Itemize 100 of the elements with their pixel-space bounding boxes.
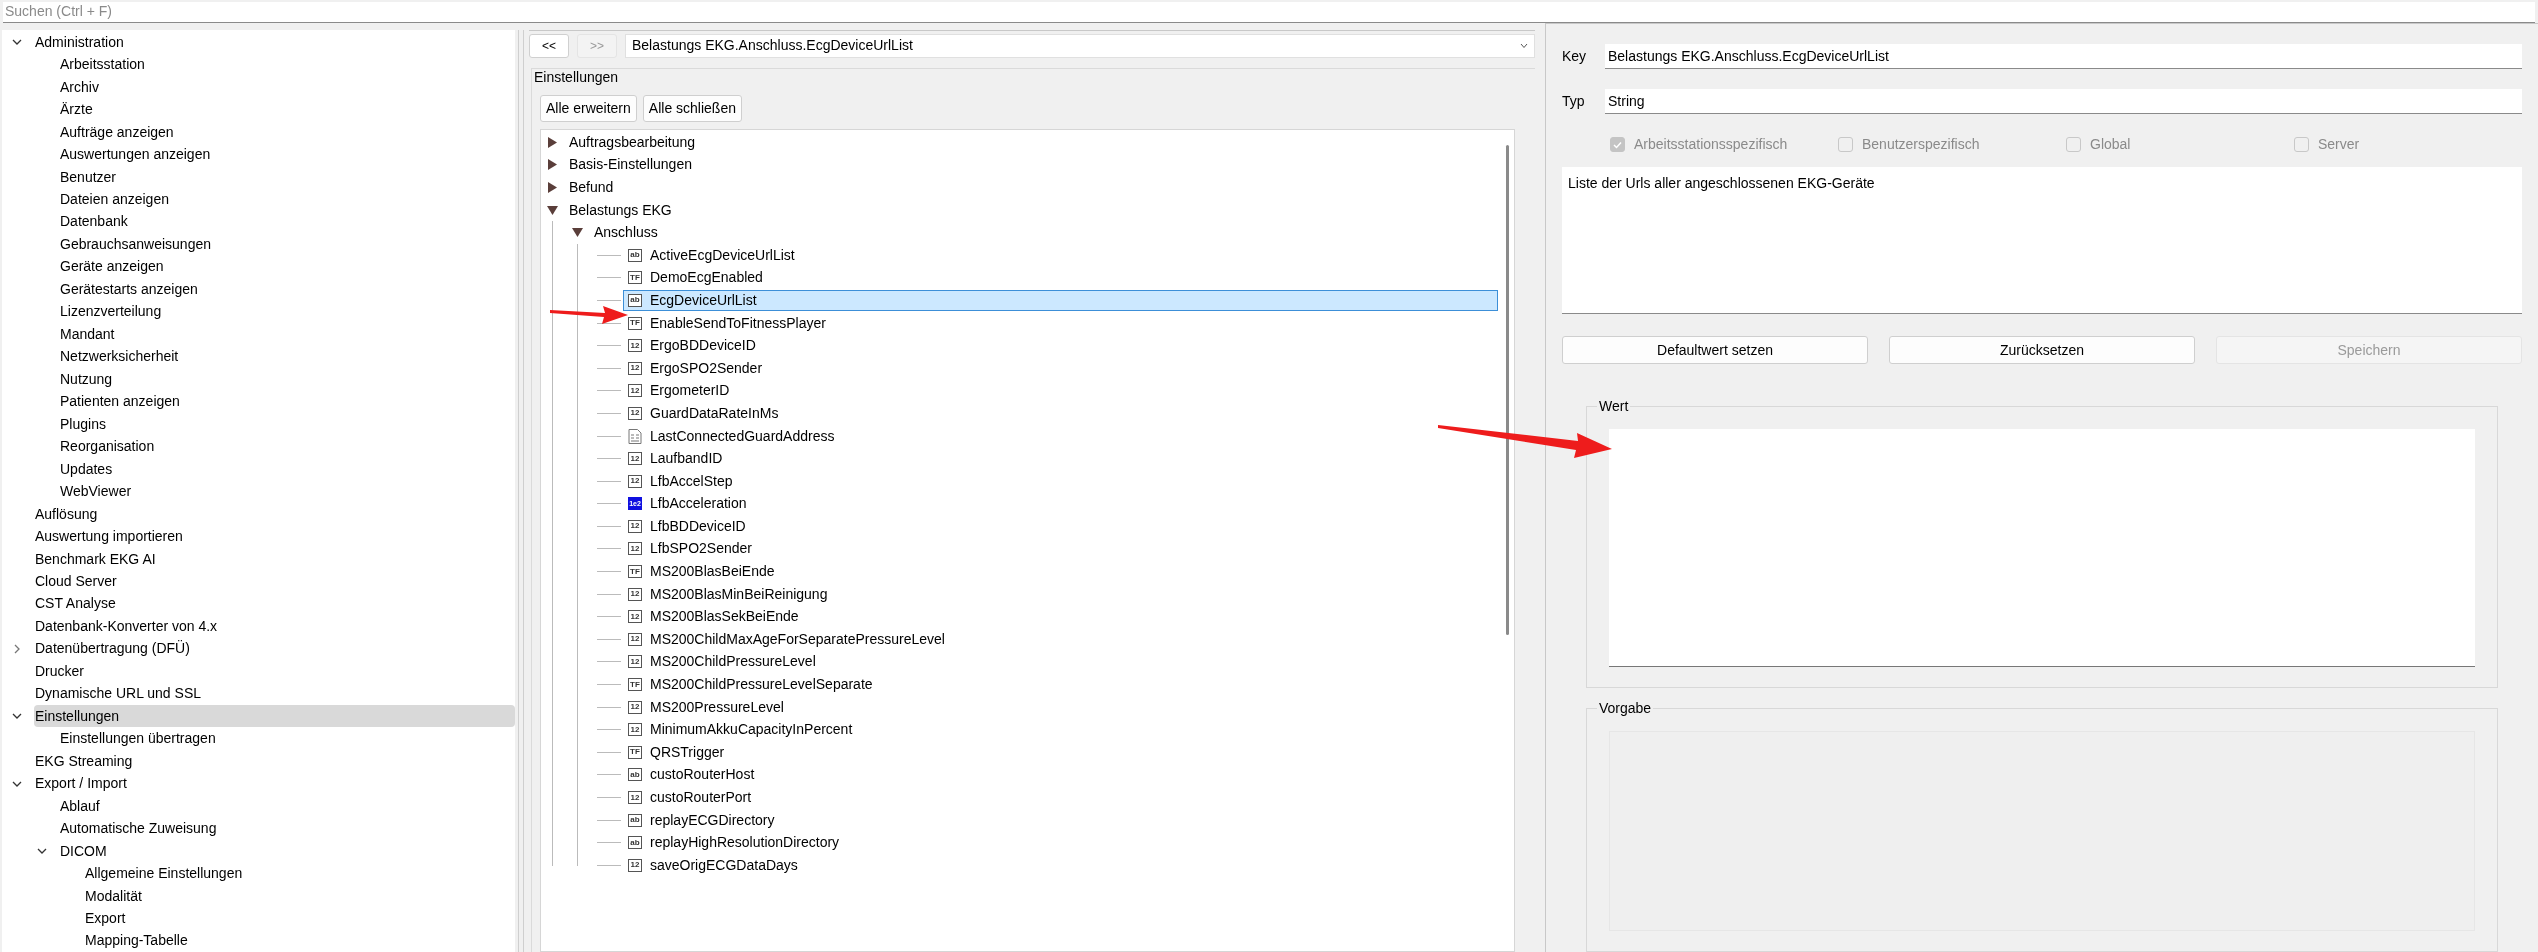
sidebar-item[interactable]: Ablauf: [59, 795, 515, 818]
description-box[interactable]: Liste der Urls aller angeschlossenen EKG-Geräte: [1562, 167, 2522, 314]
setting-item[interactable]: 12 saveOrigECGDataDays: [623, 854, 1498, 876]
sidebar-item[interactable]: Mapping-Tabelle: [84, 930, 515, 952]
setting-item[interactable]: 12 GuardDataRateInMs: [623, 402, 1498, 424]
field-label: Key: [1562, 47, 1588, 66]
sidebar-item[interactable]: Auflösung: [34, 503, 515, 526]
sidebar-item[interactable]: Datenbank-Konverter von 4.x: [34, 615, 515, 638]
sidebar-item[interactable]: CST Analyse: [34, 592, 515, 615]
path-dropdown[interactable]: Belastungs EKG.Anschluss.EcgDeviceUrlList: [625, 33, 1535, 58]
sidebar-item[interactable]: Benutzer: [59, 166, 515, 189]
setting-item[interactable]: 12 ErgometerID: [623, 380, 1498, 402]
sidebar-item[interactable]: Einstellungen übertragen: [59, 727, 515, 750]
triangle-down-icon[interactable]: [547, 204, 558, 216]
setting-item[interactable]: ab EcgDeviceUrlList: [623, 289, 1498, 311]
sidebar-item[interactable]: Administration: [34, 31, 515, 54]
setting-item[interactable]: 12 MS200BlasMinBeiReinigung: [623, 583, 1498, 605]
setting-item[interactable]: 12 MS200BlasSekBeiEnde: [623, 606, 1498, 628]
sidebar-item[interactable]: Reorganisation: [59, 435, 515, 458]
sidebar-item[interactable]: Einstellungen: [34, 705, 515, 728]
type-badge-icon: ab: [628, 836, 642, 850]
sidebar-item[interactable]: WebViewer: [59, 480, 515, 503]
sidebar-item[interactable]: Archiv: [59, 76, 515, 99]
sidebar-item[interactable]: Modalität: [84, 885, 515, 908]
setting-item[interactable]: 12 MS200ChildPressureLevel: [623, 651, 1498, 673]
setting-item[interactable]: LastConnectedGuardAddress: [623, 425, 1498, 447]
type-badge-icon: 12: [628, 587, 642, 601]
setting-item[interactable]: ab replayHighResolutionDirectory: [623, 832, 1498, 854]
sidebar-item[interactable]: Dynamische URL und SSL: [34, 682, 515, 705]
setting-item[interactable]: 12 LfbBDDeviceID: [623, 515, 1498, 537]
setting-item[interactable]: TF DemoEcgEnabled: [623, 267, 1498, 289]
expand-collapse-button[interactable]: Alle erweitern: [540, 95, 637, 122]
tree-node[interactable]: Belastungs EKG: [567, 199, 674, 221]
sidebar-item[interactable]: Patienten anzeigen: [59, 390, 515, 413]
setting-item[interactable]: 12 ErgoSPO2Sender: [623, 357, 1498, 379]
checkbox-label: Benutzerspezifisch: [1862, 135, 1980, 154]
setting-item[interactable]: ab custoRouterHost: [623, 764, 1498, 786]
setting-item[interactable]: 12 MS200PressureLevel: [623, 696, 1498, 718]
sidebar-item[interactable]: EKG Streaming: [34, 750, 515, 773]
chevron-right-icon[interactable]: [12, 643, 22, 654]
setting-item[interactable]: 12 LfbAccelStep: [623, 470, 1498, 492]
sidebar-item[interactable]: Auswertung importieren: [34, 525, 515, 548]
setting-item[interactable]: 12 LfbSPO2Sender: [623, 538, 1498, 560]
sidebar-item[interactable]: Mandant: [59, 323, 515, 346]
sidebar-item[interactable]: Nutzung: [59, 368, 515, 391]
setting-item[interactable]: TF QRSTrigger: [623, 741, 1498, 763]
sidebar-item[interactable]: Updates: [59, 458, 515, 481]
tree-node[interactable]: Auftragsbearbeitung: [567, 131, 698, 153]
binary-file-icon: [628, 428, 642, 444]
dropdown-caret-icon: [1520, 42, 1528, 49]
setting-item[interactable]: 12 MinimumAkkuCapacityInPercent: [623, 719, 1498, 741]
sidebar-item[interactable]: Datenbank: [59, 211, 515, 233]
sidebar-item[interactable]: Export / Import: [34, 772, 515, 795]
sidebar-item[interactable]: Benchmark EKG AI: [34, 548, 515, 570]
scrollbar-thumb[interactable]: [1505, 145, 1509, 635]
description-text: Liste der Urls aller angeschlossenen EKG-Geräte: [1568, 175, 1875, 191]
setting-item[interactable]: 12 LaufbandID: [623, 448, 1498, 470]
sidebar-item[interactable]: Cloud Server: [34, 570, 515, 593]
tree-node[interactable]: Anschluss: [592, 222, 660, 244]
text-field[interactable]: Belastungs EKG.Anschluss.EcgDeviceUrlList: [1605, 44, 2522, 69]
type-badge-icon: 12: [628, 542, 642, 556]
sidebar-item[interactable]: Auswertungen anzeigen: [59, 143, 515, 166]
action-button[interactable]: Defaultwert setzen: [1562, 336, 1868, 364]
setting-item[interactable]: 12 ErgoBDDeviceID: [623, 335, 1498, 357]
setting-item[interactable]: TF MS200ChildPressureLevelSeparate: [623, 674, 1498, 696]
setting-item[interactable]: ab ActiveEcgDeviceUrlList: [623, 244, 1498, 266]
sidebar-item[interactable]: Dateien anzeigen: [59, 188, 515, 211]
sidebar-item[interactable]: Ärzte: [59, 98, 515, 121]
triangle-right-icon[interactable]: [547, 159, 558, 171]
sidebar-item[interactable]: Aufträge anzeigen: [59, 121, 515, 144]
search-field[interactable]: Suchen (Ctrl + F): [3, 1, 2535, 23]
back-button[interactable]: <<: [529, 33, 569, 58]
type-badge-icon: 12: [628, 452, 642, 466]
setting-item[interactable]: ab replayECGDirectory: [623, 809, 1498, 831]
expand-collapse-button[interactable]: Alle schließen: [642, 95, 742, 122]
sidebar-item[interactable]: DICOM: [59, 840, 515, 863]
triangle-down-icon[interactable]: [572, 227, 583, 239]
sidebar-item[interactable]: Allgemeine Einstellungen: [84, 862, 515, 885]
triangle-right-icon[interactable]: [547, 136, 558, 148]
sidebar-item[interactable]: Automatische Zuweisung: [59, 817, 515, 840]
sidebar-item[interactable]: Datenübertragung (DFÜ): [34, 637, 515, 660]
setting-item[interactable]: TF MS200BlasBeiEnde: [623, 561, 1498, 583]
sidebar-item[interactable]: Drucker: [34, 660, 515, 683]
sidebar-item[interactable]: Plugins: [59, 413, 515, 436]
sidebar-item[interactable]: Lizenzverteilung: [59, 300, 515, 323]
triangle-right-icon[interactable]: [547, 182, 558, 193]
sidebar-item[interactable]: Geräte anzeigen: [59, 255, 515, 278]
checkbox-label: Arbeitsstationsspezifisch: [1634, 135, 1788, 154]
sidebar-item[interactable]: Gebrauchsanweisungen: [59, 233, 515, 256]
setting-item[interactable]: TF EnableSendToFitnessPlayer: [623, 312, 1498, 334]
action-button[interactable]: Zurücksetzen: [1889, 336, 2195, 364]
setting-item[interactable]: 12 custoRouterPort: [623, 787, 1498, 808]
tree-node[interactable]: Basis-Einstellungen: [567, 154, 694, 176]
sidebar-item[interactable]: Gerätestarts anzeigen: [59, 278, 515, 301]
sidebar-item[interactable]: Netzwerksicherheit: [59, 345, 515, 368]
sidebar-item[interactable]: Export: [84, 907, 515, 930]
sidebar-item[interactable]: Arbeitsstation: [59, 53, 515, 76]
tree-node[interactable]: Befund: [567, 177, 616, 198]
text-field[interactable]: String: [1605, 89, 2522, 114]
setting-item[interactable]: 12 MS200ChildMaxAgeForSeparatePressureLevel: [623, 628, 1498, 650]
